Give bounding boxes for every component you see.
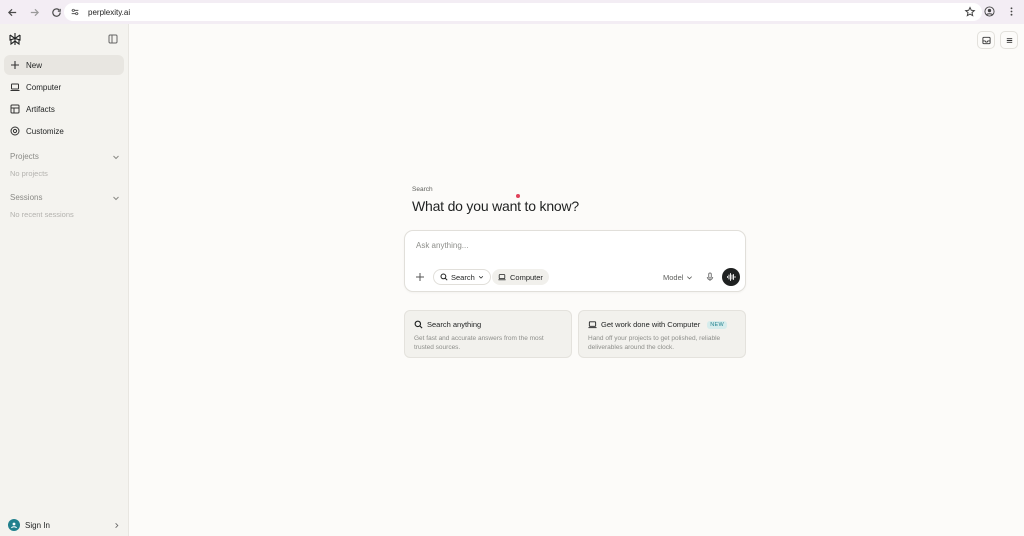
- sidebar-item-customize[interactable]: Customize: [4, 121, 124, 141]
- laptop-icon: [588, 321, 597, 329]
- chevron-down-icon: [478, 275, 483, 279]
- page-title: What do you want to know?: [412, 198, 579, 214]
- projects-empty-text: No projects: [10, 169, 48, 178]
- chevron-down-icon: [687, 276, 693, 280]
- profile-icon[interactable]: [982, 4, 996, 18]
- url-text: perplexity.ai: [88, 7, 131, 17]
- search-anything-card[interactable]: Search anything Get fast and accurate an…: [404, 310, 572, 358]
- laptop-icon: [498, 274, 506, 281]
- search-mode-button[interactable]: Search: [433, 269, 491, 285]
- sidebar-item-label: New: [26, 60, 43, 70]
- sidebar-item-label: Computer: [26, 82, 62, 92]
- plus-icon: [10, 60, 20, 70]
- sessions-empty-text: No recent sessions: [10, 210, 74, 219]
- search-mode-label: Search: [451, 272, 475, 282]
- settings-circle-icon: [10, 126, 20, 136]
- sidebar-item-artifacts[interactable]: Artifacts: [4, 99, 124, 119]
- card-title: Search anything: [427, 320, 482, 329]
- chevron-right-icon: [115, 522, 119, 528]
- chevron-down-icon: [113, 155, 119, 159]
- inbox-icon: [981, 36, 991, 44]
- card-description: Get fast and accurate answers from the m…: [414, 335, 544, 351]
- site-settings-icon[interactable]: [70, 6, 82, 18]
- perplexity-logo-icon[interactable]: [8, 32, 22, 46]
- browser-toolbar: perplexity.ai: [0, 0, 1024, 24]
- computer-card[interactable]: Get work done with Computer NEW Hand off…: [578, 310, 746, 358]
- card-title-row: Get work done with Computer NEW: [588, 320, 727, 329]
- sessions-section-header[interactable]: Sessions: [10, 193, 120, 202]
- inbox-button[interactable]: [977, 31, 995, 49]
- hamburger-menu-icon: [1006, 37, 1012, 43]
- sidebar-item-label: Artifacts: [26, 104, 55, 114]
- back-button[interactable]: [2, 2, 22, 22]
- bookmark-star-icon[interactable]: [964, 6, 976, 18]
- composer-box[interactable]: Ask anything... Search Computer Model: [404, 230, 746, 292]
- voice-mode-button[interactable]: [722, 268, 740, 286]
- sidebar: New Computer Artifacts Customize Project…: [0, 24, 129, 536]
- chevron-down-icon: [113, 196, 119, 200]
- forward-button[interactable]: [24, 2, 44, 22]
- sidebar-collapse-icon[interactable]: [108, 34, 118, 44]
- arrow-right-icon: [30, 8, 39, 16]
- mode-label: Search: [412, 186, 433, 193]
- address-bar[interactable]: perplexity.ai: [64, 3, 982, 21]
- projects-section-header[interactable]: Projects: [10, 152, 120, 161]
- laptop-icon: [10, 82, 20, 92]
- kebab-menu-icon[interactable]: [1004, 4, 1018, 18]
- reload-icon: [51, 7, 61, 17]
- menu-button[interactable]: [1000, 31, 1018, 49]
- sign-in-label: Sign In: [25, 520, 50, 530]
- search-icon: [414, 320, 423, 329]
- arrow-left-icon: [7, 8, 16, 16]
- card-title: Get work done with Computer: [601, 320, 701, 329]
- model-label: Model: [663, 273, 684, 282]
- attach-plus-icon[interactable]: [415, 272, 425, 282]
- sign-in-button[interactable]: Sign In: [8, 518, 120, 532]
- sessions-title: Sessions: [10, 193, 43, 202]
- projects-title: Projects: [10, 152, 39, 161]
- waveform-icon: [727, 273, 736, 281]
- computer-mode-button[interactable]: Computer: [492, 269, 549, 285]
- microphone-icon[interactable]: [705, 272, 715, 282]
- model-selector[interactable]: Model: [663, 273, 693, 282]
- artifacts-icon: [10, 104, 20, 114]
- sidebar-item-new[interactable]: New: [4, 55, 124, 75]
- reload-button[interactable]: [46, 2, 66, 22]
- sidebar-item-computer[interactable]: Computer: [4, 77, 124, 97]
- browser-actions: [982, 4, 1018, 18]
- card-title-row: Search anything: [414, 320, 481, 329]
- user-icon: [11, 522, 17, 529]
- ask-input[interactable]: Ask anything...: [416, 241, 468, 250]
- avatar: [8, 519, 20, 531]
- cursor-indicator: [516, 194, 520, 198]
- search-icon: [440, 273, 448, 281]
- computer-mode-label: Computer: [510, 272, 543, 282]
- new-badge: NEW: [707, 320, 727, 329]
- sidebar-item-label: Customize: [26, 126, 64, 136]
- card-description: Hand off your projects to get polished, …: [588, 335, 721, 351]
